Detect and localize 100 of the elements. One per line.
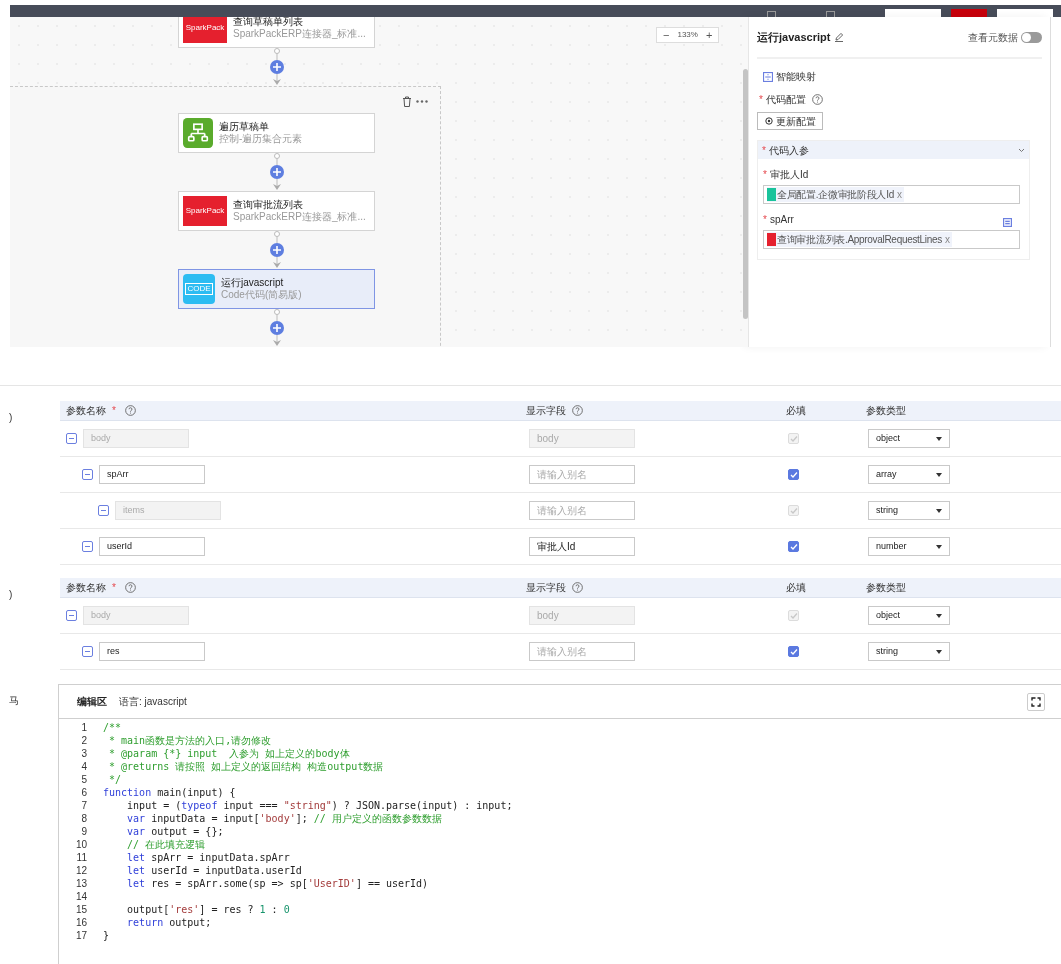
fullscreen-icon	[1031, 696, 1041, 707]
plus-icon	[272, 168, 281, 176]
zoom-level: 133%	[677, 29, 698, 41]
code-line: return output;	[126, 916, 212, 929]
margin-mark: )	[9, 589, 13, 600]
collapse-button[interactable]	[66, 610, 77, 621]
caret-icon	[936, 649, 942, 654]
line-number: 2	[80, 734, 87, 747]
required-mark: *	[763, 213, 767, 227]
arrow-icon	[271, 179, 282, 191]
line-number: 14	[74, 890, 87, 903]
code-line: let userId = inputData.userId	[126, 864, 302, 877]
update-config-button[interactable]: 更新配置	[757, 112, 823, 130]
help-icon[interactable]	[572, 582, 583, 593]
type-select[interactable]: array	[868, 465, 950, 484]
node-title: 查询草稿单列表	[233, 17, 304, 28]
required-mark: *	[763, 168, 767, 182]
chevron-icon	[1018, 147, 1025, 153]
list-icon[interactable]	[1003, 218, 1012, 227]
fullscreen-button[interactable]	[1027, 692, 1045, 711]
collapse-button[interactable]	[66, 433, 77, 444]
column-header: 必填	[786, 404, 806, 418]
mapping-field[interactable]: 全局配置.企微审批阶段人Id x	[763, 185, 1020, 204]
code-line: function main(input) {	[103, 786, 236, 799]
help-icon[interactable]	[124, 405, 136, 416]
required-checkbox[interactable]	[788, 469, 799, 480]
delete-icon[interactable]	[402, 95, 412, 107]
mapping-field[interactable]: 查询审批流列表.ApprovalRequestLines x	[763, 230, 1020, 249]
flow-node[interactable]: 遍历草稿单 控制-遍历集合元素	[178, 113, 375, 153]
code-line: output['res'] = res ? 1 : 0	[126, 903, 290, 916]
column-header: 参数类型	[866, 581, 906, 595]
column-header: 显示字段	[526, 581, 566, 595]
toggle-label: 查看元数据	[968, 30, 1018, 45]
name-field[interactable]: res	[99, 642, 205, 661]
plus-icon	[272, 63, 281, 71]
required-mark: *	[762, 143, 766, 158]
connector-line	[272, 48, 281, 60]
line-number: 7	[80, 799, 87, 812]
code-line: let res = spArr.some(sp => sp['UserID'] == userId)	[126, 877, 429, 890]
column-header: 参数名称	[66, 404, 106, 418]
type-select[interactable]: object	[868, 606, 950, 625]
caret-icon	[936, 544, 942, 549]
code-line: let spArr = inputData.spArr	[126, 851, 290, 864]
code-line: // 在此填充逻辑	[126, 838, 206, 851]
caret-icon	[936, 436, 942, 441]
zoom-out-button[interactable]: −	[663, 29, 670, 41]
help-icon[interactable]	[811, 94, 823, 105]
caret-icon	[936, 472, 942, 477]
line-number: 13	[74, 877, 87, 890]
collapse-button[interactable]	[98, 505, 109, 516]
help-icon[interactable]	[572, 405, 583, 416]
collapse-button[interactable]	[82, 646, 93, 657]
line-number: 8	[80, 812, 87, 825]
plus-icon	[272, 324, 281, 332]
line-number: 12	[74, 864, 87, 877]
add-step-button[interactable]	[269, 165, 284, 179]
required-mark: *	[112, 581, 116, 595]
type-select[interactable]: string	[868, 642, 950, 661]
plus-icon	[272, 246, 281, 254]
arrow-icon	[271, 257, 282, 269]
code-line: /**	[103, 721, 122, 734]
sparkpack-logo: SparkPack	[183, 17, 227, 43]
type-select[interactable]: string	[868, 501, 950, 520]
name-field[interactable]: userId	[99, 537, 205, 556]
caret-icon	[936, 508, 942, 513]
node-subtitle: Code代码(简易版)	[221, 289, 302, 302]
margin-mark: )	[9, 412, 13, 423]
arrow-icon	[271, 74, 282, 86]
section-title: 代码入参	[768, 143, 809, 158]
section-header[interactable]: * 代码入参	[758, 141, 1029, 159]
required-mark: *	[112, 404, 116, 418]
collapse-button[interactable]	[82, 469, 93, 480]
line-number: 4	[80, 760, 87, 773]
name-field[interactable]: spArr	[99, 465, 205, 484]
smart-map-link[interactable]: 智能映射	[776, 69, 816, 84]
edit-icon[interactable]	[834, 32, 845, 42]
connector-line	[272, 153, 281, 165]
zoom-in-button[interactable]: +	[705, 29, 713, 41]
column-header: 显示字段	[526, 404, 566, 418]
code-line: * @returns 请按照 如上定义的返回结构 构造output数据	[108, 760, 384, 773]
metadata-toggle[interactable]	[1021, 31, 1042, 43]
line-number: 10	[74, 838, 87, 851]
add-step-button[interactable]	[269, 321, 284, 335]
tag-text: 查询审批流列表.ApprovalRequestLines	[777, 233, 942, 247]
line-number: 1	[80, 721, 87, 734]
required-checkbox[interactable]	[788, 541, 799, 552]
type-select[interactable]: number	[868, 537, 950, 556]
line-number: 15	[74, 903, 87, 916]
column-header: 参数类型	[866, 404, 906, 418]
alias-field[interactable]: 审批人Id	[529, 537, 635, 556]
line-number: 17	[74, 929, 87, 942]
add-step-button[interactable]	[269, 243, 284, 257]
help-icon[interactable]	[124, 582, 136, 593]
field-label: spArr	[769, 213, 794, 227]
required-checkbox[interactable]	[788, 646, 799, 657]
flow-node[interactable]: CODE 运行javascript Code代码(简易版)	[178, 269, 375, 309]
type-select[interactable]: object	[868, 429, 950, 448]
collapse-button[interactable]	[82, 541, 93, 552]
code-line: * main函数是方法的入口,请勿修改	[108, 734, 272, 747]
more-icon[interactable]	[416, 99, 428, 103]
